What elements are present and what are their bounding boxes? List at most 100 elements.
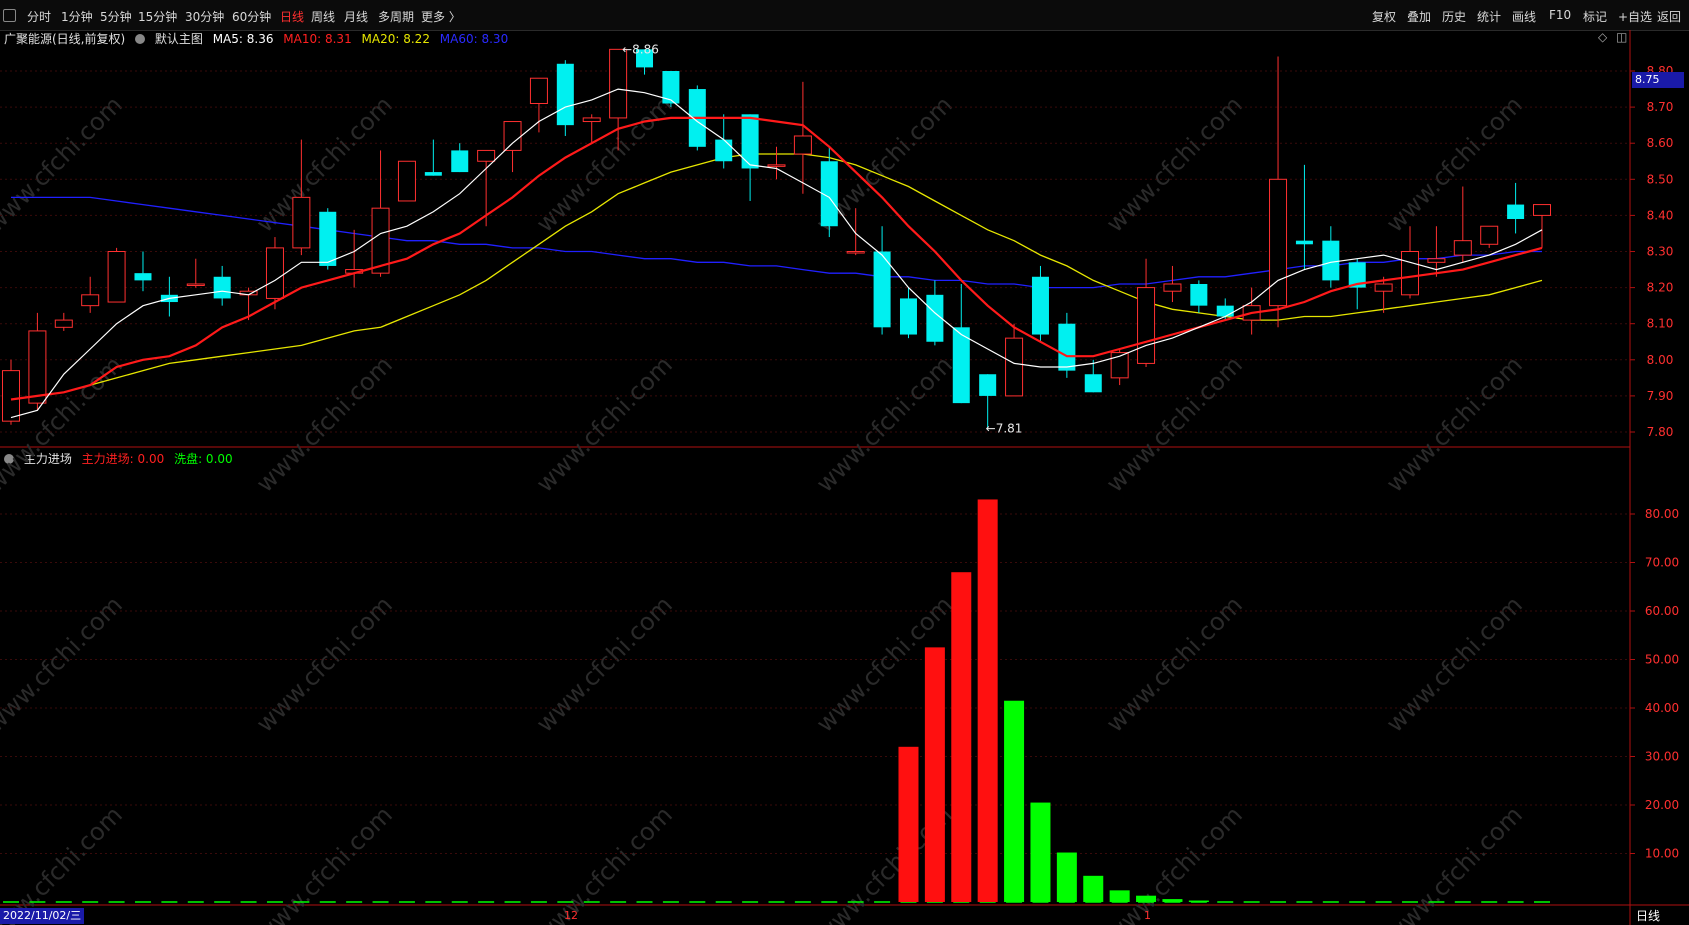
xipan-bar-7 [1188, 900, 1209, 902]
candle-body-7 [186, 283, 205, 286]
candle-body-23 [609, 48, 628, 119]
low-price-label: ←7.81 [986, 421, 1023, 435]
watermark-7: www.cfchi.com [251, 801, 398, 925]
candle-body-5 [134, 273, 152, 281]
candle-body-12 [319, 211, 337, 266]
xipan-bar-3 [1083, 875, 1104, 902]
candle-body-17 [451, 150, 469, 173]
candle-body-34 [899, 298, 917, 335]
candle-body-36 [952, 327, 970, 404]
candle-body-22 [582, 117, 601, 123]
candle-body-15 [397, 160, 416, 202]
candle-body-55 [1453, 240, 1472, 256]
candle-body-20 [529, 77, 548, 104]
candle-body-40 [1058, 323, 1076, 371]
main-ylabel-8: 8.00 [1647, 353, 1674, 367]
candle-body-45 [1190, 283, 1208, 306]
candle-body-30 [793, 135, 812, 155]
zljc-bar-0 [898, 746, 919, 902]
candle-body-3 [81, 294, 100, 307]
watermark-18: www.cfchi.com [1101, 591, 1248, 738]
candle-body-16 [424, 172, 442, 176]
candle-body-21 [556, 63, 574, 126]
candle-body-53 [1401, 251, 1420, 296]
cursor-date: 2022/11/02/三 [0, 908, 85, 924]
candle-body-38 [1005, 337, 1024, 397]
main-ylabel-7: 8.10 [1647, 317, 1674, 331]
candle-body-2 [54, 319, 73, 328]
candle-body-37 [979, 374, 997, 396]
xipan-bar-4 [1109, 890, 1130, 902]
candle-body-50 [1322, 240, 1340, 281]
candle-body-10 [265, 247, 284, 299]
zljc-bar-3 [977, 499, 998, 902]
main-ylabel-5: 8.30 [1647, 245, 1674, 259]
candle-body-18 [477, 149, 496, 162]
zljc-bar-1 [924, 647, 945, 902]
month-tick-12: 12 [564, 909, 578, 922]
sub-ylabel-7: 10.00 [1645, 847, 1679, 861]
candle-body-56 [1480, 225, 1499, 245]
main-ylabel-3: 8.50 [1647, 172, 1674, 186]
sub-ylabel-0: 80.00 [1645, 507, 1679, 521]
candle-body-32 [846, 251, 865, 254]
zljc-bar-2 [951, 572, 972, 902]
main-ylabel-1: 8.70 [1647, 100, 1674, 114]
main-ylabel-2: 8.60 [1647, 136, 1674, 150]
watermark-3: www.cfchi.com [0, 801, 128, 925]
candle-body-57 [1507, 204, 1525, 220]
sub-ylabel-1: 70.00 [1645, 556, 1679, 570]
main-ylabel-4: 8.40 [1647, 208, 1674, 222]
watermark-21: www.cfchi.com [1381, 351, 1528, 498]
candle-body-48 [1269, 178, 1288, 307]
candle-body-29 [767, 164, 786, 167]
candle-body-43 [1137, 287, 1156, 364]
last-price-tag: 8.75 [1632, 72, 1684, 88]
ma5-line [10, 88, 1543, 419]
sub-ylabel-3: 50.00 [1645, 653, 1679, 667]
watermark-5: www.cfchi.com [251, 351, 398, 498]
watermark-23: www.cfchi.com [1381, 801, 1528, 925]
sub-ylabel-5: 30.00 [1645, 750, 1679, 764]
candle-body-1 [28, 330, 47, 404]
candle-body-52 [1374, 283, 1393, 292]
xipan-bar-5 [1136, 895, 1157, 902]
watermark-13: www.cfchi.com [811, 351, 958, 498]
watermark-10: www.cfchi.com [531, 591, 678, 738]
xipan-bar-2 [1056, 852, 1077, 902]
watermark-11: www.cfchi.com [531, 801, 678, 925]
candle-body-8 [213, 276, 231, 299]
watermark-9: www.cfchi.com [531, 351, 678, 498]
sub-ylabel-2: 60.00 [1645, 604, 1679, 618]
candle-body-58 [1533, 204, 1551, 216]
watermark-0: www.cfchi.com [0, 91, 128, 238]
watermark-19: www.cfchi.com [1101, 801, 1248, 925]
kline-chart[interactable]: www.cfchi.com www.cfchi.com www.cfchi.com w… [0, 0, 1689, 925]
sub-ylabel-6: 20.00 [1645, 798, 1679, 812]
watermark-2: www.cfchi.com [0, 591, 128, 738]
candle-body-11 [292, 196, 311, 249]
candle-body-19 [503, 121, 522, 151]
candle-body-41 [1084, 374, 1102, 393]
candle-body-4 [107, 251, 126, 303]
high-price-label: ←8.86 [622, 42, 659, 56]
month-tick-1: 1 [1144, 909, 1151, 922]
candle-body-46 [1216, 305, 1234, 317]
candle-body-0 [2, 370, 20, 422]
xipan-bar-1 [1030, 802, 1051, 902]
candle-body-28 [741, 114, 759, 169]
candle-body-49 [1295, 240, 1313, 245]
main-ylabel-6: 8.20 [1647, 281, 1674, 295]
period-indicator: 日线 [1636, 909, 1661, 923]
watermark-6: www.cfchi.com [251, 591, 398, 738]
xipan-bar-6 [1162, 899, 1183, 902]
candle-body-39 [1031, 276, 1049, 335]
main-ylabel-10: 7.80 [1647, 425, 1674, 439]
xipan-bar-0 [1004, 700, 1025, 902]
candle-body-54 [1427, 258, 1446, 263]
candle-body-44 [1163, 283, 1182, 292]
sub-ylabel-4: 40.00 [1645, 701, 1679, 715]
watermark-22: www.cfchi.com [1381, 591, 1528, 738]
candle-body-27 [715, 139, 733, 162]
main-ylabel-9: 7.90 [1647, 389, 1674, 403]
